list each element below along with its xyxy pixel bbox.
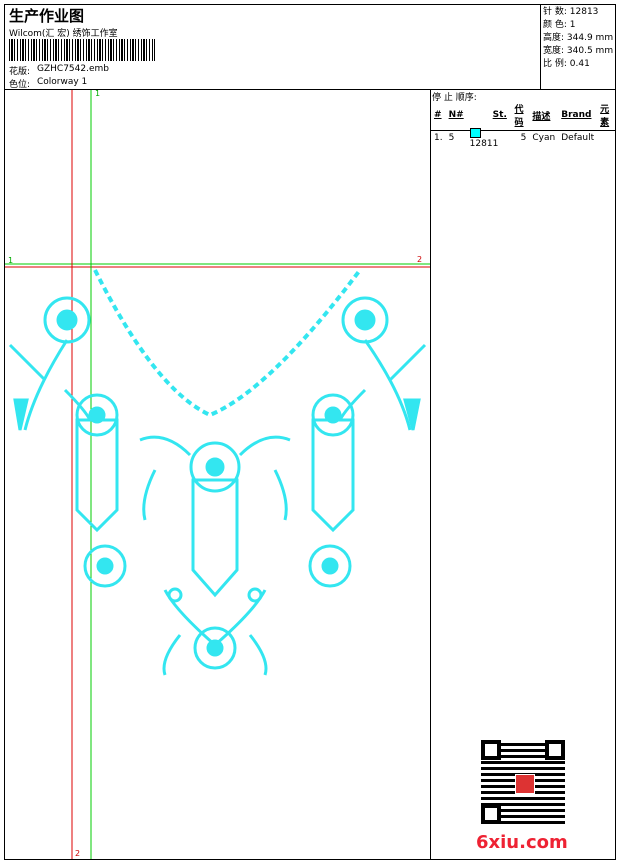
embroidery-preview: 1 2 1 2 [5,90,430,859]
table-row: 1. 5 12811 5 Cyan Default [431,128,615,149]
guide-label-v-top: 1 [95,90,100,98]
header-box: 生产作业图 Wilcom(汇 宏) 绣饰工作室 花版: GZHC7542.emb… [4,4,616,90]
qr-code [481,740,565,824]
pattern-value: GZHC7542.emb [37,64,109,74]
guide-label-v-bottom: 2 [75,849,80,858]
stats-box: 针 数: 12813 颜 色: 1 高度: 344.9 mm 宽度: 340.5… [540,4,617,90]
stop-sequence-table: # N# St. 代码 描述 Brand 元素 1. 5 12811 5 Cya… [431,102,615,149]
design-area: 1 2 1 2 [4,89,431,860]
stat-scale: 比 例: 0.41 [543,59,590,69]
colorway-value: Colorway 1 [37,77,88,87]
stat-stitches: 针 数: 12813 [543,7,599,17]
seal-icon [515,774,535,794]
studio-subtitle: Wilcom(汇 宏) 绣饰工作室 [9,29,118,39]
stat-height: 高度: 344.9 mm [543,33,614,43]
document-title: 生产作业图 [9,7,85,25]
stat-colors: 颜 色: 1 [543,20,576,30]
pattern-label: 花版: [9,67,31,77]
watermark-logo: 6xiu.com [476,832,568,853]
color-swatch [469,128,481,138]
side-panel: 停 止 顺序: # N# St. 代码 描述 Brand 元素 1. 5 128… [430,89,616,860]
stat-width: 宽度: 340.5 mm [543,46,614,56]
guide-label-h-left: 1 [8,256,13,265]
stop-sequence-section: 停 止 顺序: # N# St. 代码 描述 Brand 元素 1. 5 128… [431,90,615,149]
guide-label-h-right: 2 [417,255,422,264]
barcode [9,39,155,61]
table-header-row: # N# St. 代码 描述 Brand 元素 [434,105,610,128]
